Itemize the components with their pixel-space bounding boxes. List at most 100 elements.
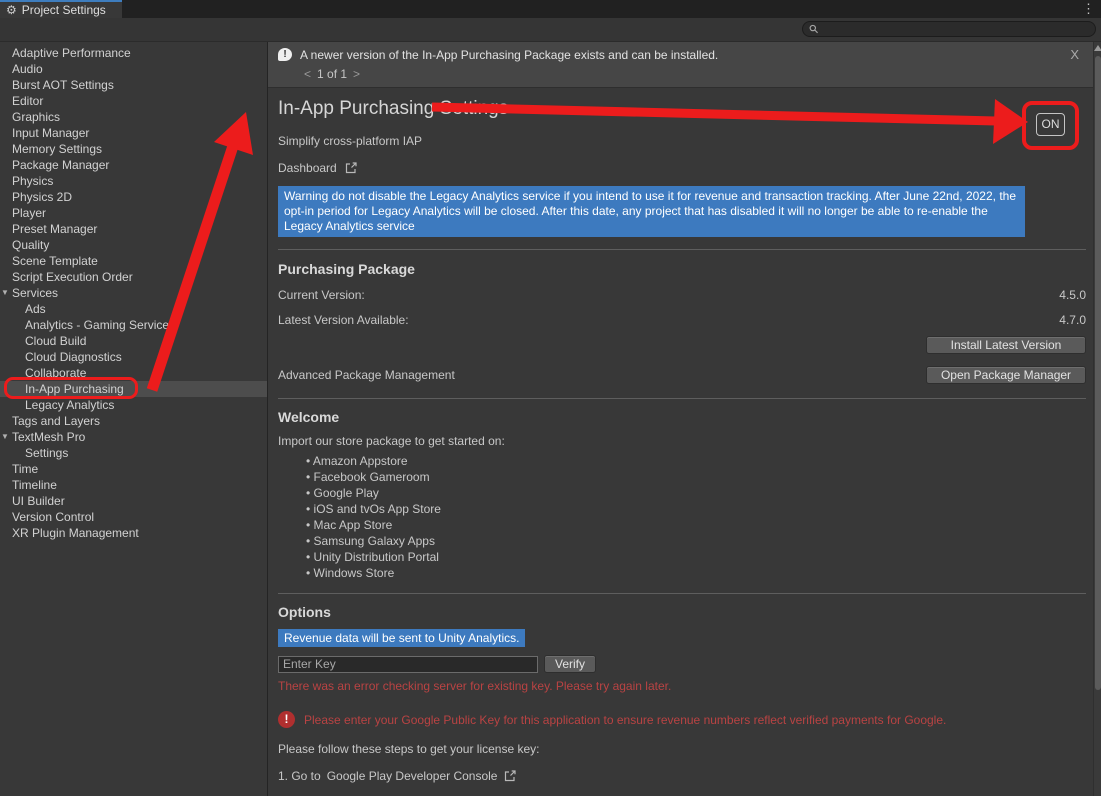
sidebar-item-label: Physics [12,174,53,188]
welcome-intro: Import our store package to get started … [278,434,1086,448]
gear-icon: ⚙ [6,4,17,16]
store-list-item: Samsung Galaxy Apps [278,533,1086,549]
sidebar-item-label: Quality [12,238,49,252]
sidebar-item-label: Time [12,462,38,476]
pager-next-icon[interactable]: > [353,67,360,81]
options-header: Options [278,604,1086,620]
sidebar-item-analytics-gaming-services[interactable]: Analytics - Gaming Services [0,317,267,333]
purchasing-package-header: Purchasing Package [278,261,415,277]
welcome-header: Welcome [278,409,1086,425]
sidebar-item-adaptive-performance[interactable]: Adaptive Performance [0,45,267,61]
sidebar-item-editor[interactable]: Editor [0,93,267,109]
key-error-text: There was an error checking server for e… [278,679,1086,693]
verify-button[interactable]: Verify [544,655,596,673]
pager-prev-icon[interactable]: < [304,67,311,81]
sidebar-item-scene-template[interactable]: Scene Template [0,253,267,269]
latest-version-value: 4.7.0 [1059,313,1086,327]
sidebar-item-label: Timeline [12,478,57,492]
pager-count: 1 of 1 [317,67,347,81]
sidebar-item-physics[interactable]: Physics [0,173,267,189]
sidebar-item-in-app-purchasing[interactable]: In-App Purchasing [0,381,267,397]
divider [278,249,1086,250]
store-list-item: Amazon Appstore [278,453,1086,469]
notification-close-icon[interactable]: X [1070,47,1079,62]
settings-sidebar: Adaptive PerformanceAudioBurst AOT Setti… [0,42,267,796]
sidebar-item-graphics[interactable]: Graphics [0,109,267,125]
toolbar [0,18,1101,42]
sidebar-item-label: Settings [25,446,68,460]
sidebar-item-burst-aot-settings[interactable]: Burst AOT Settings [0,77,267,93]
search-input[interactable] [823,23,1089,35]
foldout-triangle-icon[interactable]: ▼ [1,429,9,445]
error-circle-icon: ! [278,711,295,728]
sidebar-item-preset-manager[interactable]: Preset Manager [0,221,267,237]
sidebar-item-label: Editor [12,94,43,108]
current-version-value: 4.5.0 [1059,288,1086,302]
sidebar-item-package-manager[interactable]: Package Manager [0,157,267,173]
sidebar-item-label: Memory Settings [12,142,102,156]
settings-content: ! A newer version of the In-App Purchasi… [267,42,1101,796]
sidebar-item-textmesh-pro[interactable]: ▼TextMesh Pro [0,429,267,445]
sidebar-item-script-execution-order[interactable]: Script Execution Order [0,269,267,285]
sidebar-item-audio[interactable]: Audio [0,61,267,77]
sidebar-item-player[interactable]: Player [0,205,267,221]
sidebar-item-label: Version Control [12,510,94,524]
sidebar-item-collaborate[interactable]: Collaborate [0,365,267,381]
step1-prefix: 1. Go to [278,769,321,783]
sidebar-item-settings[interactable]: Settings [0,445,267,461]
enter-key-input[interactable] [278,656,538,673]
iap-on-toggle[interactable]: ON [1036,113,1065,136]
sidebar-item-cloud-build[interactable]: Cloud Build [0,333,267,349]
sidebar-item-label: Collaborate [25,366,86,380]
sidebar-item-quality[interactable]: Quality [0,237,267,253]
sidebar-item-physics-2d[interactable]: Physics 2D [0,189,267,205]
sidebar-item-label: Legacy Analytics [25,398,114,412]
sidebar-item-label: Scene Template [12,254,98,268]
external-link-icon[interactable] [503,769,517,783]
scrollbar-thumb[interactable] [1095,56,1101,690]
notification-pager: < 1 of 1 > [304,67,1079,81]
sidebar-item-label: Player [12,206,46,220]
dashboard-link[interactable]: Dashboard [278,161,337,175]
sidebar-item-label: Package Manager [12,158,109,172]
search-box[interactable] [802,21,1096,37]
sidebar-item-input-manager[interactable]: Input Manager [0,125,267,141]
vertical-scrollbar[interactable] [1093,42,1101,796]
sidebar-item-tags-and-layers[interactable]: Tags and Layers [0,413,267,429]
sidebar-item-time[interactable]: Time [0,461,267,477]
sidebar-item-services[interactable]: ▼Services [0,285,267,301]
external-link-icon[interactable] [344,161,358,175]
sidebar-item-memory-settings[interactable]: Memory Settings [0,141,267,157]
foldout-triangle-icon[interactable]: ▼ [1,285,9,301]
sidebar-item-label: Input Manager [12,126,89,140]
sidebar-item-ads[interactable]: Ads [0,301,267,317]
steps-intro: Please follow these steps to get your li… [278,742,1086,756]
sidebar-item-label: Preset Manager [12,222,97,236]
sidebar-item-label: Adaptive Performance [12,46,131,60]
sidebar-item-timeline[interactable]: Timeline [0,477,267,493]
tab-project-settings[interactable]: ⚙ Project Settings [0,0,122,18]
store-list-item: Windows Store [278,565,1086,581]
store-list-item: iOS and tvOs App Store [278,501,1086,517]
sidebar-item-ui-builder[interactable]: UI Builder [0,493,267,509]
google-play-console-link[interactable]: Google Play Developer Console [327,769,498,783]
sidebar-item-label: Burst AOT Settings [12,78,114,92]
title-bar: ⚙ Project Settings ⋮ [0,0,1101,18]
sidebar-item-xr-plugin-management[interactable]: XR Plugin Management [0,525,267,541]
install-latest-version-button[interactable]: Install Latest Version [926,336,1086,354]
store-list-item: Facebook Gameroom [278,469,1086,485]
sidebar-item-label: Cloud Diagnostics [25,350,122,364]
sidebar-item-label: XR Plugin Management [12,526,139,540]
notification-bubble-icon: ! [278,48,292,61]
sidebar-item-label: In-App Purchasing [25,382,124,396]
sidebar-item-version-control[interactable]: Version Control [0,509,267,525]
google-key-warning: Please enter your Google Public Key for … [304,709,946,728]
sidebar-item-legacy-analytics[interactable]: Legacy Analytics [0,397,267,413]
sidebar-item-label: Graphics [12,110,60,124]
store-list-item: Mac App Store [278,517,1086,533]
store-list: Amazon AppstoreFacebook GameroomGoogle P… [278,453,1086,581]
kebab-menu-icon[interactable]: ⋮ [1082,1,1095,17]
sidebar-item-cloud-diagnostics[interactable]: Cloud Diagnostics [0,349,267,365]
open-package-manager-button[interactable]: Open Package Manager [926,366,1086,384]
scroll-up-icon[interactable] [1094,45,1101,51]
